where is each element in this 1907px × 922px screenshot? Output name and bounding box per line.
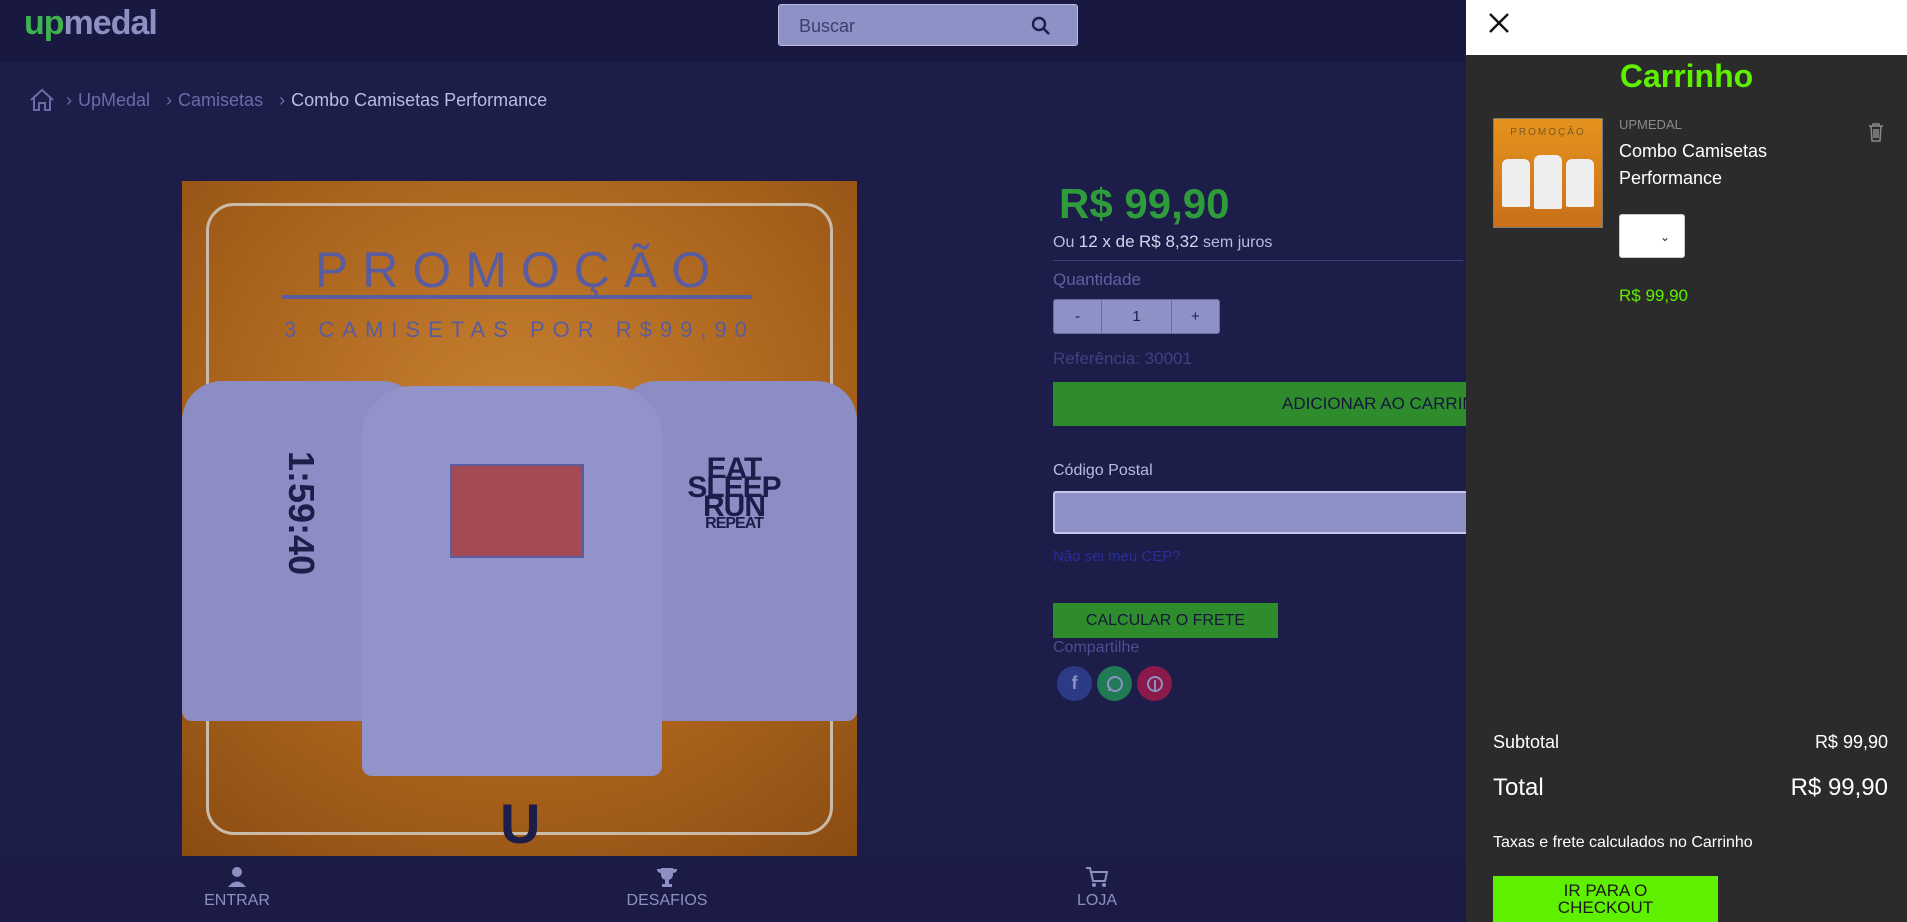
cart-item-thumbnail[interactable]: PROMOÇÃO xyxy=(1493,118,1603,228)
nav-item-desafios[interactable]: DESAFIOS xyxy=(597,858,737,910)
shirt-center-print xyxy=(450,464,584,558)
shirt-right-print: EAT SLEEP RUN REPEAT xyxy=(674,454,794,532)
installment-info: Ou 12 x de R$ 8,32 sem juros xyxy=(1053,232,1272,252)
search-input[interactable] xyxy=(797,13,1031,39)
promo-underline xyxy=(282,295,752,299)
installment-prefix: Ou xyxy=(1053,234,1075,251)
image-logo: U xyxy=(500,792,541,855)
trash-icon[interactable] xyxy=(1867,122,1885,142)
quantity-label: Quantidade xyxy=(1053,270,1141,289)
breadcrumb-separator: › xyxy=(66,89,72,110)
quantity-minus-button[interactable]: - xyxy=(1054,300,1103,333)
cart-item-price: R$ 99,90 xyxy=(1619,286,1688,305)
thumbnail-title: PROMOÇÃO xyxy=(1510,127,1586,138)
pinterest-share-icon[interactable] xyxy=(1137,666,1172,701)
installment-count: 12 x de xyxy=(1078,232,1135,251)
cart-item-name[interactable]: Combo Camisetas Performance xyxy=(1619,138,1799,192)
quantity-plus-button[interactable]: + xyxy=(1172,300,1219,333)
subtotal-label: Subtotal xyxy=(1493,732,1560,752)
breadcrumb: › UpMedal › Camisetas › Combo Camisetas … xyxy=(28,88,547,112)
installment-value: R$ 8,32 xyxy=(1139,232,1199,251)
shirt-left-print: 1:59:40 xyxy=(281,451,322,576)
search-box xyxy=(778,4,1078,46)
cart-title: Carrinho xyxy=(1619,58,1754,94)
postal-code-input[interactable] xyxy=(1053,491,1473,534)
nav-item-loja[interactable]: LOJA xyxy=(1027,858,1167,910)
shirt-center xyxy=(362,386,662,776)
breadcrumb-item-camisetas[interactable]: Camisetas xyxy=(178,90,263,111)
checkout-button[interactable]: IR PARA O CHECKOUT xyxy=(1493,876,1718,922)
total-label: Total xyxy=(1493,774,1544,801)
quantity-input[interactable]: 1 xyxy=(1102,300,1172,333)
nav-label: DESAFIOS xyxy=(626,892,708,909)
installment-suffix: sem juros xyxy=(1203,234,1273,251)
logo[interactable]: upmedal xyxy=(24,4,158,43)
tax-note: Taxas e frete calculados no Carrinho xyxy=(1493,834,1753,851)
cart-drawer: Carrinho PROMOÇÃO UPMEDAL Combo Camiseta… xyxy=(1466,0,1907,922)
print-line-repeat: REPEAT xyxy=(705,515,764,532)
cart-item-brand: UPMEDAL xyxy=(1619,117,1682,132)
whatsapp-share-icon[interactable] xyxy=(1097,666,1132,701)
divider xyxy=(1053,260,1463,261)
postal-code-label: Código Postal xyxy=(1053,462,1153,479)
chevron-down-icon: ⌄ xyxy=(1660,230,1671,244)
total-value: R$ 99,90 xyxy=(1790,774,1888,801)
search-icon[interactable] xyxy=(1031,16,1051,36)
thumbnail-shirt xyxy=(1534,155,1562,209)
add-to-cart-button[interactable]: ADICIONAR AO CARRINHO xyxy=(1053,382,1473,426)
product-image[interactable]: PROMOÇÃO 3 CAMISETAS POR R$99,90 1:59:40… xyxy=(182,181,857,856)
product-price: R$ 99,90 xyxy=(1059,180,1230,227)
subtotal-row: Subtotal R$ 99,90 xyxy=(1493,732,1888,753)
breadcrumb-separator: › xyxy=(166,89,173,110)
bottom-nav: ENTRAR DESAFIOS LOJA xyxy=(0,858,1466,922)
close-icon[interactable] xyxy=(1484,8,1514,38)
user-icon xyxy=(228,867,246,887)
facebook-share-icon[interactable]: f xyxy=(1057,666,1092,701)
promo-title: PROMOÇÃO xyxy=(314,242,725,298)
postal-code-help-link[interactable]: Não sei meu CEP? xyxy=(1053,548,1181,565)
cart-item-quantity-select[interactable]: ⌄ xyxy=(1619,214,1685,258)
trophy-icon xyxy=(657,868,677,887)
calculate-shipping-button[interactable]: CALCULAR O FRETE xyxy=(1053,603,1278,638)
thumbnail-shirt xyxy=(1566,159,1594,207)
home-icon[interactable] xyxy=(28,88,56,112)
subtotal-value: R$ 99,90 xyxy=(1814,732,1888,752)
breadcrumb-item-upmedal[interactable]: UpMedal xyxy=(78,90,150,111)
share-label: Compartilhe xyxy=(1053,639,1140,656)
cart-drawer-header xyxy=(1466,0,1907,55)
promo-subtitle: 3 CAMISETAS POR R$99,90 xyxy=(284,317,755,342)
thumbnail-shirt xyxy=(1502,159,1530,207)
total-row: Total R$ 99,90 xyxy=(1493,774,1888,802)
breadcrumb-item-current: Combo Camisetas Performance xyxy=(291,89,548,110)
nav-label: LOJA xyxy=(1076,892,1117,909)
quantity-stepper: - 1 + xyxy=(1053,299,1220,334)
cart-icon xyxy=(1086,867,1109,887)
nav-item-entrar[interactable]: ENTRAR xyxy=(167,858,307,910)
product-reference: Referência: 30001 xyxy=(1053,349,1192,368)
breadcrumb-separator: › xyxy=(279,89,286,110)
nav-label: ENTRAR xyxy=(204,892,270,909)
